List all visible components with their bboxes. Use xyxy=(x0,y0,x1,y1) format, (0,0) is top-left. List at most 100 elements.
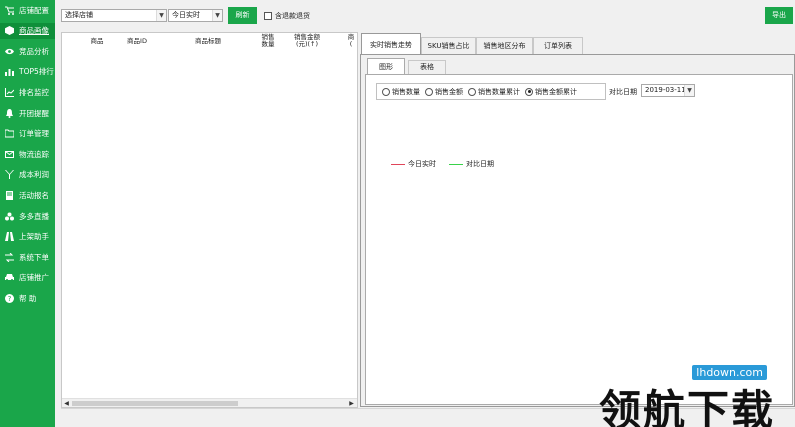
mail-icon xyxy=(4,149,14,159)
sidebar-item-label: 成本利润 xyxy=(19,170,49,180)
tab-content: 图形 表格 销售数量 销售金额 销售数量累计 销售金额累计 对比日期 2019-03-1… xyxy=(360,54,795,407)
sidebar-item[interactable]: 多多直播 xyxy=(0,208,55,224)
sidebar-item[interactable]: 订单管理 xyxy=(0,126,55,142)
horizontal-scrollbar[interactable]: ◀ ▶ xyxy=(62,398,357,407)
sidebar-item-label: 商品画像 xyxy=(19,26,49,36)
sidebar-item[interactable]: TOP5排行 xyxy=(0,64,55,80)
store-select[interactable]: 选择店铺 ▼ xyxy=(61,9,167,22)
box-icon xyxy=(4,26,14,36)
sidebar-item[interactable]: 排名监控 xyxy=(0,84,55,100)
metric-radio-group: 销售数量 销售金额 销售数量累计 销售金额累计 xyxy=(376,83,606,100)
export-button[interactable]: 导出 xyxy=(765,7,793,24)
eye-icon xyxy=(4,46,14,56)
watermark-text: 领航下载 xyxy=(599,386,776,427)
metric-radio[interactable]: 销售金额累计 xyxy=(525,87,577,97)
group-icon xyxy=(4,211,14,221)
sidebar-item-label: 店铺配置 xyxy=(19,5,49,15)
sidebar-item-label: 系统下单 xyxy=(19,252,49,262)
sidebar-item-label: 订单管理 xyxy=(19,129,49,139)
compare-date-label: 对比日期 xyxy=(609,88,637,96)
sidebar-item[interactable]: ? 帮 助 xyxy=(0,290,55,306)
sidebar-item-label: 竞品分析 xyxy=(19,46,49,56)
cart-icon xyxy=(4,5,14,15)
legend-line xyxy=(391,163,405,165)
line-chart-icon xyxy=(4,87,14,97)
column-header[interactable]: 商 ( xyxy=(345,34,357,48)
radio-circle[interactable] xyxy=(382,87,390,96)
legend-label: 对比日期 xyxy=(466,160,494,168)
sidebar-item-label: 排名监控 xyxy=(19,87,49,97)
scroll-right-icon[interactable]: ▶ xyxy=(347,399,356,407)
store-select-value: 选择店铺 xyxy=(65,11,93,19)
metric-radio[interactable]: 销售数量 xyxy=(382,87,420,97)
sidebar: 店铺配置商品画像竞品分析 TOP5排行 排名监控开团提醒订单管理物流追踪成本利润活动… xyxy=(0,0,55,427)
time-select[interactable]: 今日实时 ▼ xyxy=(168,9,223,22)
column-header[interactable]: 销售 数量 xyxy=(254,34,282,48)
sidebar-item-label: 多多直播 xyxy=(19,211,49,221)
tab[interactable]: 销售地区分布 xyxy=(476,37,533,54)
scrollbar-thumb[interactable] xyxy=(72,401,238,406)
sidebar-item[interactable]: 店铺配置 xyxy=(0,2,55,18)
svg-text:?: ? xyxy=(7,295,11,303)
column-header[interactable]: 商品ID xyxy=(122,38,152,45)
subtab[interactable]: 表格 xyxy=(408,60,446,74)
radio-circle[interactable] xyxy=(468,87,476,96)
sidebar-item-label: TOP5排行 xyxy=(19,67,54,77)
sidebar-item[interactable]: 商品画像 xyxy=(0,22,55,39)
radio-label: 销售金额累计 xyxy=(535,87,577,96)
column-header[interactable]: 商品标题 xyxy=(180,38,236,45)
time-select-value: 今日实时 xyxy=(172,11,200,19)
watermark: lhdown.com 领航下载 xyxy=(591,365,791,427)
folder-icon xyxy=(4,129,14,139)
radio-label: 销售数量累计 xyxy=(478,87,520,96)
chevron-down-icon[interactable]: ▼ xyxy=(212,10,222,21)
sidebar-item[interactable]: 成本利润 xyxy=(0,167,55,183)
include-refund-checkbox[interactable] xyxy=(264,12,272,20)
sidebar-item-label: 活动报名 xyxy=(19,190,49,200)
sidebar-item[interactable]: 上架助手 xyxy=(0,229,55,245)
compare-date-picker[interactable]: 2019-03-11 ▼ xyxy=(641,84,695,97)
sidebar-item[interactable]: 物流追踪 xyxy=(0,146,55,162)
sidebar-item-label: 帮 助 xyxy=(19,293,37,303)
radio-label: 销售数量 xyxy=(392,87,420,96)
sidebar-item[interactable]: 系统下单 xyxy=(0,249,55,265)
sidebar-item-label: 开团提醒 xyxy=(19,108,49,118)
radio-label: 销售金额 xyxy=(435,87,463,96)
legend-label: 今日实时 xyxy=(408,160,436,168)
column-header[interactable]: 销售金额 (元)(↑) xyxy=(287,34,327,48)
sidebar-item[interactable]: 店铺推广 xyxy=(0,270,55,286)
radio-circle[interactable] xyxy=(425,87,433,96)
sidebar-item[interactable]: 开团提醒 xyxy=(0,105,55,121)
legend-line xyxy=(449,163,463,165)
chevron-down-icon[interactable]: ▼ xyxy=(684,85,694,96)
refresh-button[interactable]: 刷新 xyxy=(228,7,257,24)
analysis-panel: 实时销售走势 SKU销售占比 销售地区分布 订单列表 图形 表格 销售数量 销售金额 销售数… xyxy=(358,32,795,408)
chevron-down-icon[interactable]: ▼ xyxy=(156,10,166,21)
metric-radio[interactable]: 销售金额 xyxy=(425,87,463,97)
bell-icon xyxy=(4,108,14,118)
bar-chart-icon xyxy=(4,67,14,77)
include-refund-label: 含退款退货 xyxy=(275,12,310,20)
tab[interactable]: 订单列表 xyxy=(533,37,583,54)
road-icon xyxy=(4,232,14,242)
book-icon xyxy=(4,190,14,200)
metric-radio[interactable]: 销售数量累计 xyxy=(468,87,520,97)
subtab[interactable]: 图形 xyxy=(367,58,405,75)
radio-circle[interactable] xyxy=(525,87,533,96)
car-icon xyxy=(4,273,14,283)
sidebar-item-label: 物流追踪 xyxy=(19,149,49,159)
legend-item: 今日实时 xyxy=(391,159,436,169)
sidebar-item-label: 上架助手 xyxy=(19,232,49,242)
chart-area: 销售数量 销售金额 销售数量累计 销售金额累计 对比日期 2019-03-11 ▼ 今… xyxy=(365,74,793,405)
tab[interactable]: SKU销售占比 xyxy=(421,37,476,54)
help-icon: ? xyxy=(4,293,14,303)
sidebar-item[interactable]: 活动报名 xyxy=(0,187,55,203)
exchange-icon xyxy=(4,252,14,262)
sidebar-item[interactable]: 竞品分析 xyxy=(0,43,55,59)
product-table[interactable]: 商品 商品ID 商品标题 销售 数量 销售金额 (元)(↑) 商 ( ◀ ▶ xyxy=(61,32,358,408)
legend-item: 对比日期 xyxy=(449,159,494,169)
compare-date-value: 2019-03-11 xyxy=(645,86,686,94)
column-header[interactable]: 商品 xyxy=(85,38,109,45)
tab[interactable]: 实时销售走势 xyxy=(361,33,421,55)
scroll-left-icon[interactable]: ◀ xyxy=(62,399,71,407)
